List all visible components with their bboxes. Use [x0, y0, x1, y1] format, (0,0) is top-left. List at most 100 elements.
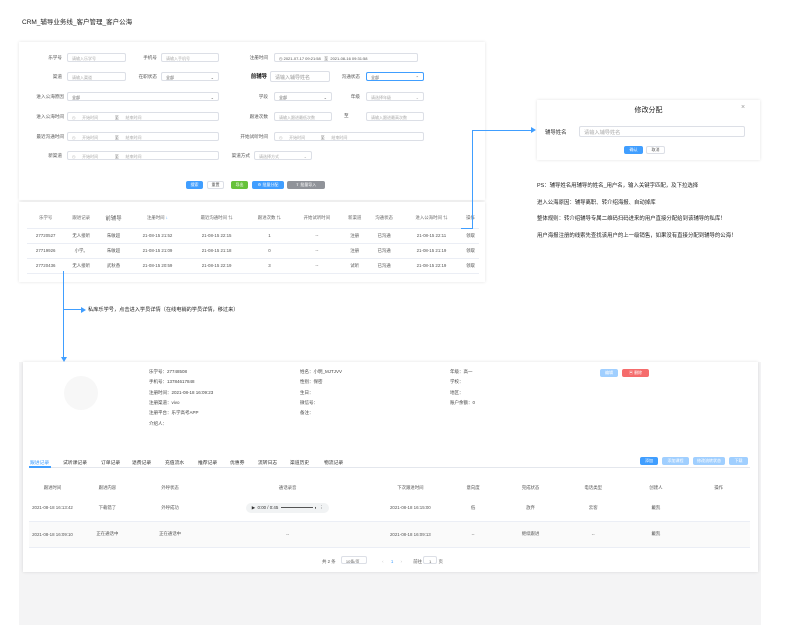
col-header: 跟进内容 — [98, 485, 117, 490]
tab-item[interactable]: 订单记录 — [101, 459, 120, 466]
tab-item[interactable]: 物流记录 — [324, 459, 343, 466]
col-header-prev-tutor: 前辅导 — [98, 208, 129, 229]
channel-mode-select[interactable]: 请选择方式 ⌄ — [254, 151, 312, 160]
chevron-down-icon: ⌄ — [303, 153, 307, 159]
tab-item[interactable]: 试听课记录 — [63, 459, 87, 466]
channel-mode-label: 渠道方式 — [231, 153, 250, 158]
pager-page-number[interactable]: 1 — [391, 559, 393, 564]
col-header-sortable[interactable]: 注册时间 ↓ — [128, 208, 186, 229]
audio-player[interactable]: ▶ 0:00 / 0:45 ◖ ⋮ — [201, 495, 374, 522]
calendar-icon: ◷ — [72, 114, 77, 120]
detail-field: 注册平台：乐学高考APP — [149, 410, 199, 416]
sea-time-range[interactable]: ◷ 开始时间 至 结束时间 — [67, 112, 219, 121]
table-cell: 2021-08-18 16:09:10 — [29, 521, 77, 548]
student-id-link[interactable]: 27719926 — [27, 243, 65, 259]
student-id-link[interactable]: 27720436 — [27, 258, 65, 274]
chevron-down-icon: ⌄ — [415, 94, 419, 100]
sea-time-start: 开始时间 — [82, 114, 99, 120]
detail-field: 手机号：13784617848 — [149, 379, 195, 385]
change-status-button[interactable]: 修改流转状态 — [693, 457, 725, 465]
dialog-close-icon[interactable]: × — [741, 104, 745, 111]
play-icon[interactable]: ▶ — [252, 505, 255, 510]
table-row: 27720527 无人接听 朱敏超 21-08-15 21:52 21-08-15 22… — [27, 228, 479, 244]
download-button[interactable]: 下载 — [729, 457, 748, 465]
job-status-select[interactable]: 全部 ⌄ — [161, 72, 219, 81]
annotation-text: 私库乐学号，点击进入学员详情（在线电销的学员详情，移过来） — [88, 307, 239, 313]
follow-count-max[interactable]: 请输入跟进最高次数 — [366, 112, 424, 121]
pager-next-button[interactable]: › — [401, 559, 402, 564]
edit-button[interactable]: 编辑 — [600, 369, 618, 377]
table-cell: 3 — [247, 258, 292, 274]
reg-time-start[interactable]: ◷ 2021-07-17 09:21:58 至 2021-08-16 09:31… — [274, 53, 418, 62]
import-button[interactable]: ⇪ 批量导入 — [287, 181, 325, 189]
student-id-link[interactable]: 27720527 — [27, 228, 65, 244]
new-channel-range[interactable]: ◷ 开始时间 至 结束时间 — [67, 151, 219, 160]
col-header: 下次跟进时间 — [397, 485, 424, 490]
delete-button[interactable]: ▣ 删除 — [622, 369, 649, 377]
audio-player-box: ▶ 0:00 / 0:45 ◖ ⋮ — [245, 502, 330, 513]
follow-count-sep: 至 — [344, 113, 349, 118]
grade-select[interactable]: 请选择年级 ⌄ — [366, 92, 424, 101]
add-course-button[interactable]: 添加课程 — [662, 457, 689, 465]
volume-icon[interactable]: ◖ — [314, 505, 317, 510]
table-cell: -- — [291, 243, 343, 259]
detail-field: 介绍人： — [149, 420, 167, 426]
sea-reason-value: 全部 — [72, 94, 80, 100]
table-cell: 21-08-15 21:52 — [128, 228, 186, 244]
result-panel: 乐学号 跟进记录 前辅导 注册时间 ↓ 最近沟通时间 ⇅ 跟进次数 ⇅ 开始试听… — [19, 202, 485, 282]
dialog-tutor-input[interactable]: 请输入辅导姓名 — [579, 126, 745, 137]
dialog-ok-button[interactable]: 确认 — [624, 146, 643, 154]
note-line: 用户海报注册的线索先查找该用户的上一级销售，如果没有直接分配到辅导的公海！ — [537, 233, 737, 239]
search-button[interactable]: 搜索 — [186, 181, 203, 189]
export-button[interactable]: 导出 — [231, 181, 248, 189]
more-icon[interactable]: ⋮ — [319, 505, 323, 510]
pager-size-select[interactable]: 10条/页 — [340, 556, 367, 564]
col-header-sortable[interactable]: 进入公海时间 ⇅ — [400, 208, 463, 229]
add-button[interactable]: 添加 — [640, 457, 658, 465]
claim-link[interactable]: 领取 — [462, 258, 479, 274]
col-header-label: 跟进次数 — [257, 214, 276, 220]
tab-item[interactable]: 渠道历史 — [290, 459, 309, 466]
table-cell: 试听 — [342, 258, 368, 274]
comm-status-select[interactable]: 全部 ⌃ — [366, 72, 424, 81]
dialog-cancel-button[interactable]: 取消 — [646, 146, 665, 154]
table-row: 2021-08-18 16:09:10 正在通话中 正在通话中 -- 2021-08-1… — [29, 521, 750, 548]
table-cell — [687, 495, 750, 522]
trial-time-label: 开始试听时间 — [240, 134, 268, 139]
sort-icon: ⇅ — [443, 214, 448, 220]
section-label: 学段 — [258, 94, 268, 99]
tab-item[interactable]: 优惠券 — [230, 459, 244, 466]
trial-time-range[interactable]: ◷ 开始时间 至 结束时间 — [274, 132, 424, 141]
follow-count-label: 跟进次数 — [249, 114, 268, 119]
last-follow-range[interactable]: ◷ 开始时间 至 结束时间 — [67, 132, 219, 141]
claim-link[interactable]: 领取 — [462, 243, 479, 259]
tab-item[interactable]: 跟进记录 — [30, 459, 49, 466]
pager-prev-button[interactable]: ‹ — [382, 559, 383, 564]
tab-underline — [29, 467, 750, 468]
detail-field: 备注： — [300, 410, 314, 416]
tab-item[interactable]: 退费记录 — [132, 459, 151, 466]
detail-field: 生日： — [300, 389, 314, 395]
table-cell: -- — [201, 521, 374, 548]
follow-count-min[interactable]: 请输入跟进最低次数 — [274, 112, 332, 121]
phone-input[interactable]: 请输入手机号 — [161, 53, 219, 62]
note-line: 整体规则：转介绍辅导专属二维码扫码进来的用户直接分配给到该辅导的私库！ — [537, 216, 726, 222]
col-header-sortable[interactable]: 最近沟通时间 ⇅ — [185, 208, 248, 229]
col-header: 意向度 — [466, 485, 480, 490]
reset-button[interactable]: 重置 — [207, 181, 224, 189]
claim-link[interactable]: 领取 — [462, 228, 479, 244]
col-header: 操作 — [714, 485, 724, 490]
tab-item[interactable]: 流转日志 — [258, 459, 277, 466]
follow-table: 跟进时间 跟进内容 外呼状态 通话录音 下次跟进时间 意向度 完成状态 电话类型… — [29, 481, 750, 548]
audio-progress[interactable] — [280, 506, 313, 509]
tab-item[interactable]: 充值流水 — [165, 459, 184, 466]
sea-reason-select[interactable]: 全部 ⌄ — [67, 92, 219, 101]
pager-goto-input[interactable]: 1 — [423, 556, 438, 564]
batch-assign-button[interactable]: ⚙ 批量分配 — [252, 181, 284, 189]
grade-label: 年级 — [350, 94, 360, 99]
col-header-sortable[interactable]: 跟进次数 ⇅ — [247, 208, 292, 229]
channel-label: 渠道 — [52, 74, 62, 79]
tab-item[interactable]: 推荐记录 — [198, 459, 217, 466]
table-cell: -- — [446, 521, 500, 548]
note-line: 进入公海原因：辅导离职、转介绍海报、自动掉库 — [537, 200, 656, 206]
